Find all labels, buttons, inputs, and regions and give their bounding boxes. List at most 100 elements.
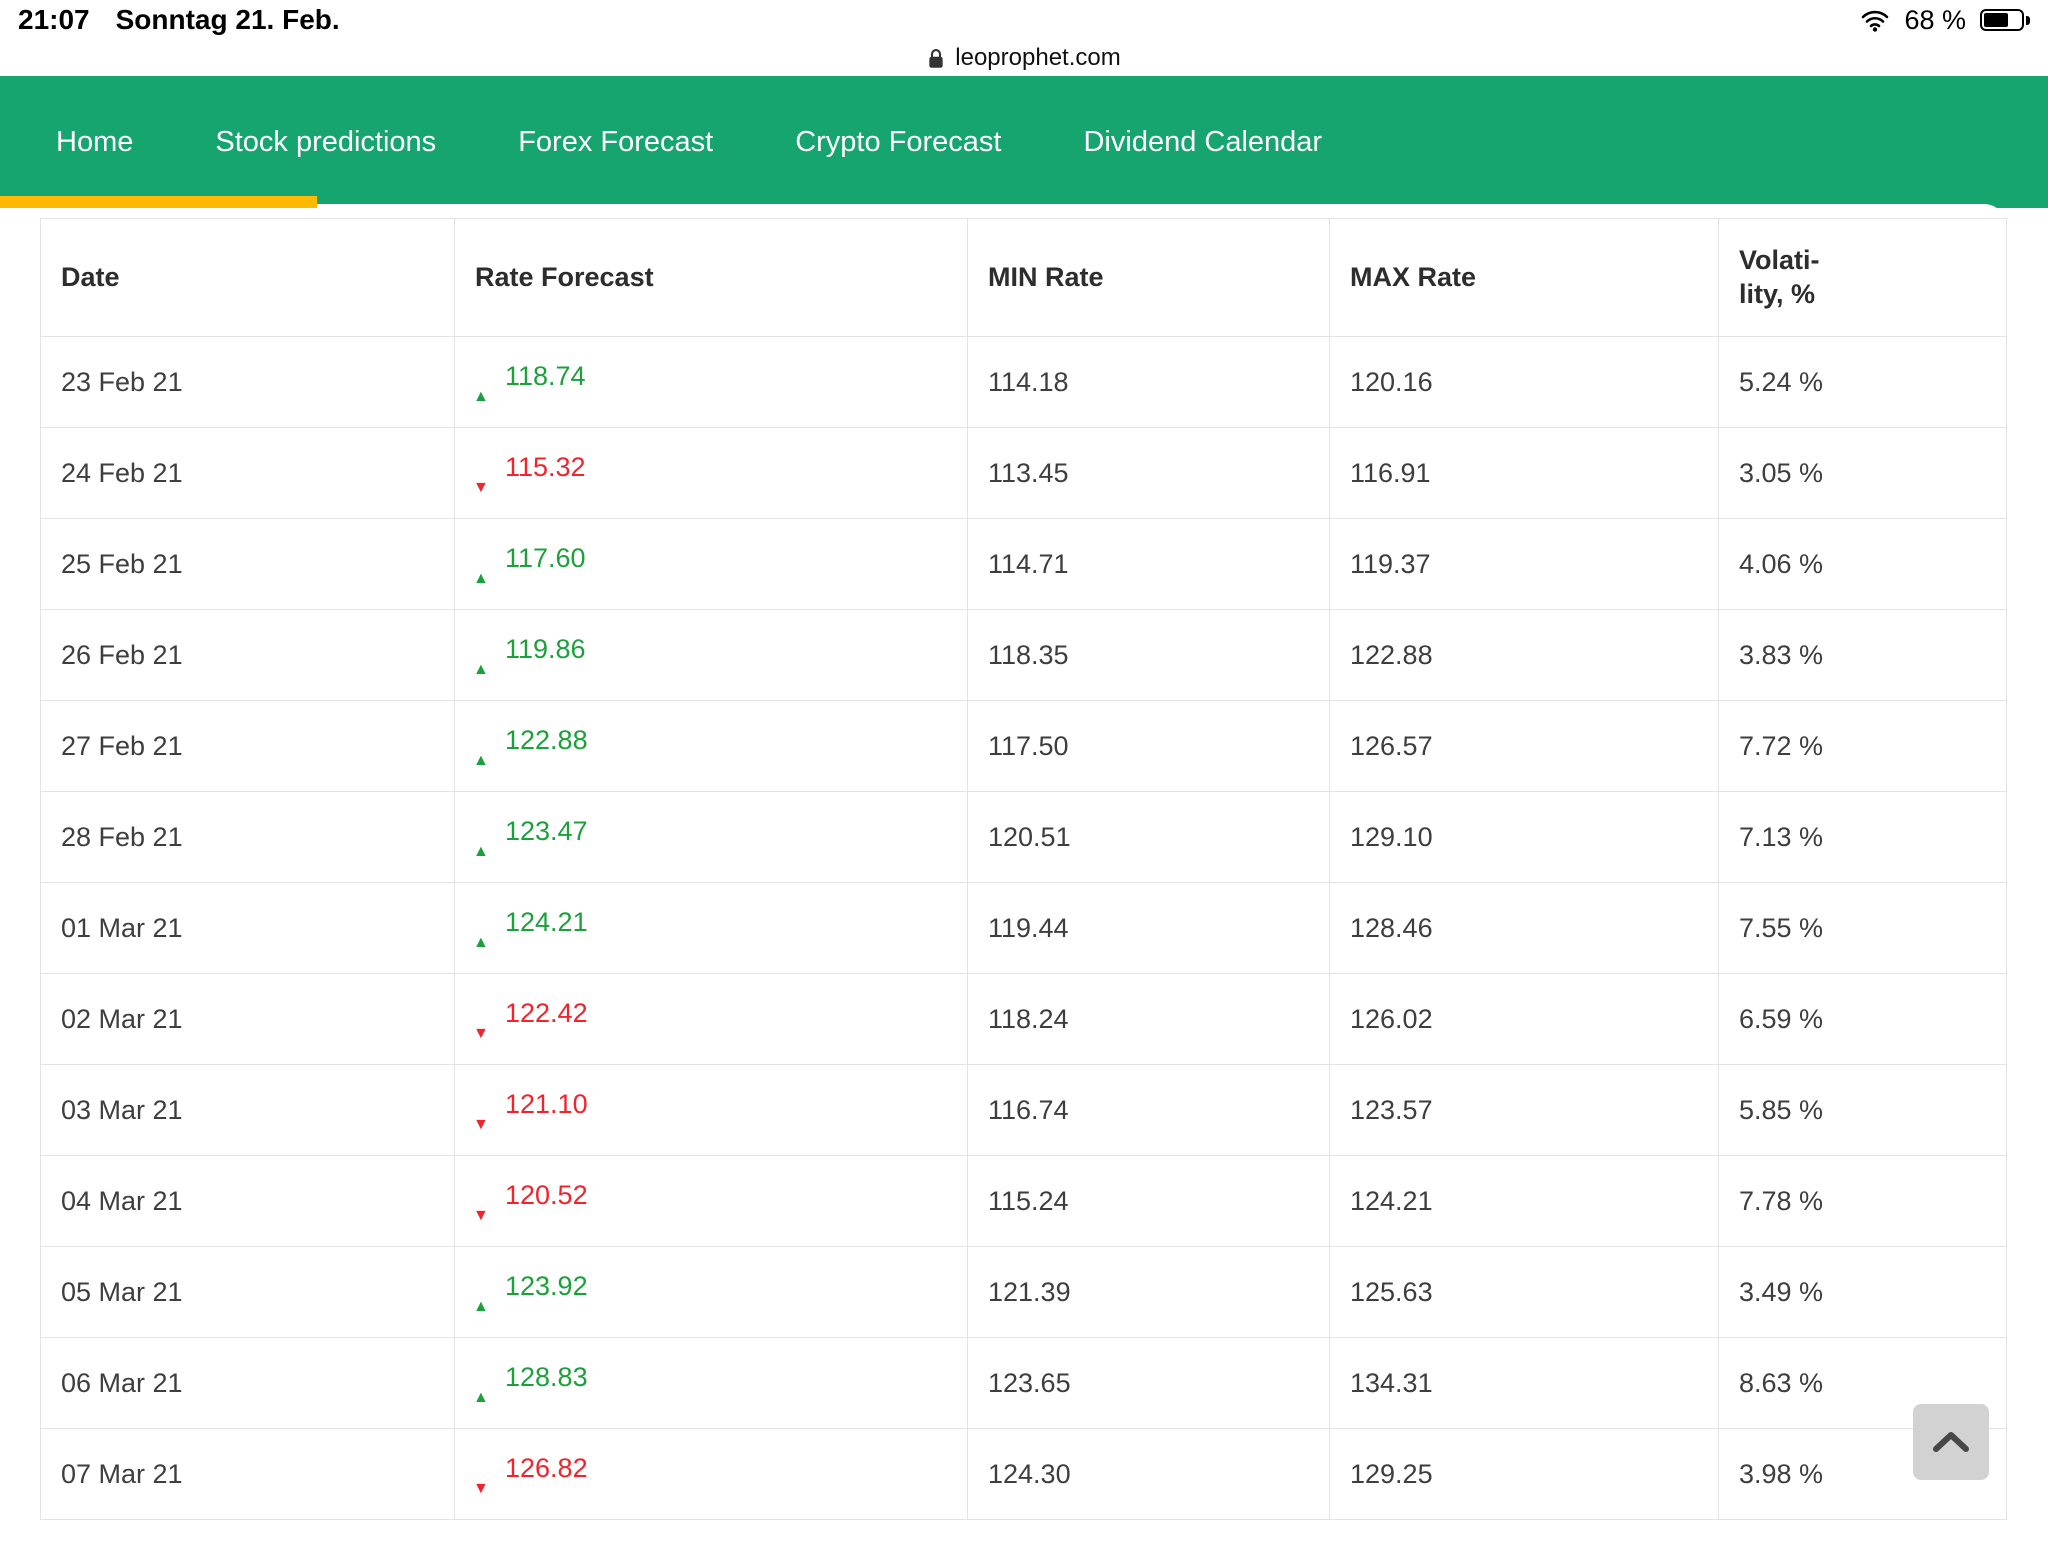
max-rate-cell: 126.57 xyxy=(1330,701,1719,792)
rate-forecast-value: 122.42 xyxy=(505,998,588,1029)
date-cell: 23 Feb 21 xyxy=(41,337,455,428)
rate-forecast-value: 117.60 xyxy=(505,543,586,574)
forecast-table: Date Rate Forecast MIN Rate MAX Rate Vol… xyxy=(40,218,2007,1520)
date-cell: 01 Mar 21 xyxy=(41,883,455,974)
progress-bar xyxy=(0,196,317,208)
main-nav: Home Stock predictions Forex Forecast Crypt… xyxy=(0,76,2048,208)
rate-forecast-value: 118.74 xyxy=(505,361,586,392)
volatility-cell: 5.85 % xyxy=(1719,1065,2007,1156)
trend-arrow-icon: ▲ xyxy=(473,1298,493,1316)
rate-forecast-cell: ▲ 123.47 xyxy=(455,792,968,883)
min-rate-cell: 118.35 xyxy=(968,610,1330,701)
max-rate-cell: 116.91 xyxy=(1330,428,1719,519)
table-row: 01 Mar 21 ▲ 124.21 119.44 128.46 7.55 % xyxy=(41,883,2007,974)
clock: 21:07 xyxy=(18,4,90,36)
rate-forecast-value: 121.10 xyxy=(505,1089,588,1120)
header-min-rate: MIN Rate xyxy=(968,219,1330,337)
min-rate-cell: 116.74 xyxy=(968,1065,1330,1156)
max-rate-cell: 129.10 xyxy=(1330,792,1719,883)
date-cell: 05 Mar 21 xyxy=(41,1247,455,1338)
trend-arrow-icon: ▲ xyxy=(473,661,493,679)
min-rate-cell: 123.65 xyxy=(968,1338,1330,1429)
rate-forecast-cell: ▼ 122.42 xyxy=(455,974,968,1065)
max-rate-cell: 120.16 xyxy=(1330,337,1719,428)
rate-forecast-cell: ▲ 128.83 xyxy=(455,1338,968,1429)
max-rate-cell: 134.31 xyxy=(1330,1338,1719,1429)
min-rate-cell: 121.39 xyxy=(968,1247,1330,1338)
table-row: 28 Feb 21 ▲ 123.47 120.51 129.10 7.13 % xyxy=(41,792,2007,883)
wifi-icon xyxy=(1860,9,1890,32)
volatility-cell: 7.72 % xyxy=(1719,701,2007,792)
table-row: 05 Mar 21 ▲ 123.92 121.39 125.63 3.49 % xyxy=(41,1247,2007,1338)
date-cell: 03 Mar 21 xyxy=(41,1065,455,1156)
trend-arrow-icon: ▼ xyxy=(473,1480,493,1498)
rate-forecast-value: 126.82 xyxy=(505,1453,588,1484)
header-rate-forecast: Rate Forecast xyxy=(455,219,968,337)
trend-arrow-icon: ▼ xyxy=(473,1207,493,1225)
nav-item-stock-predictions[interactable]: Stock predictions xyxy=(215,126,436,159)
table-row: 03 Mar 21 ▼ 121.10 116.74 123.57 5.85 % xyxy=(41,1065,2007,1156)
min-rate-cell: 124.30 xyxy=(968,1429,1330,1520)
trend-arrow-icon: ▲ xyxy=(473,752,493,770)
rate-forecast-cell: ▲ 122.88 xyxy=(455,701,968,792)
trend-arrow-icon: ▲ xyxy=(473,388,493,406)
max-rate-cell: 122.88 xyxy=(1330,610,1719,701)
trend-arrow-icon: ▲ xyxy=(473,1389,493,1407)
header-max-rate: MAX Rate xyxy=(1330,219,1719,337)
date-cell: 28 Feb 21 xyxy=(41,792,455,883)
table-row: 04 Mar 21 ▼ 120.52 115.24 124.21 7.78 % xyxy=(41,1156,2007,1247)
date-cell: 06 Mar 21 xyxy=(41,1338,455,1429)
max-rate-cell: 119.37 xyxy=(1330,519,1719,610)
table-row: 27 Feb 21 ▲ 122.88 117.50 126.57 7.72 % xyxy=(41,701,2007,792)
table-row: 06 Mar 21 ▲ 128.83 123.65 134.31 8.63 % xyxy=(41,1338,2007,1429)
volatility-cell: 4.06 % xyxy=(1719,519,2007,610)
address-bar[interactable]: leoprophet.com xyxy=(0,40,2048,76)
date-cell: 24 Feb 21 xyxy=(41,428,455,519)
max-rate-cell: 123.57 xyxy=(1330,1065,1719,1156)
table-row: 25 Feb 21 ▲ 117.60 114.71 119.37 4.06 % xyxy=(41,519,2007,610)
volatility-cell: 7.55 % xyxy=(1719,883,2007,974)
chevron-up-icon xyxy=(1932,1431,1970,1453)
rate-forecast-value: 120.52 xyxy=(505,1180,588,1211)
table-row: 26 Feb 21 ▲ 119.86 118.35 122.88 3.83 % xyxy=(41,610,2007,701)
trend-arrow-icon: ▼ xyxy=(473,1025,493,1043)
rate-forecast-cell: ▼ 126.82 xyxy=(455,1429,968,1520)
min-rate-cell: 114.71 xyxy=(968,519,1330,610)
min-rate-cell: 119.44 xyxy=(968,883,1330,974)
nav-item-home[interactable]: Home xyxy=(56,126,133,159)
rate-forecast-cell: ▲ 119.86 xyxy=(455,610,968,701)
rate-forecast-value: 128.83 xyxy=(505,1362,588,1393)
content-card: Date Rate Forecast MIN Rate MAX Rate Vol… xyxy=(40,204,2006,1556)
rate-forecast-cell: ▲ 117.60 xyxy=(455,519,968,610)
rate-forecast-cell: ▼ 121.10 xyxy=(455,1065,968,1156)
table-header-row: Date Rate Forecast MIN Rate MAX Rate Vol… xyxy=(41,219,2007,337)
rate-forecast-value: 122.88 xyxy=(505,725,588,756)
nav-item-crypto-forecast[interactable]: Crypto Forecast xyxy=(795,126,1001,159)
trend-arrow-icon: ▼ xyxy=(473,1116,493,1134)
table-row: 24 Feb 21 ▼ 115.32 113.45 116.91 3.05 % xyxy=(41,428,2007,519)
rate-forecast-value: 115.32 xyxy=(505,452,586,483)
min-rate-cell: 120.51 xyxy=(968,792,1330,883)
nav-item-forex-forecast[interactable]: Forex Forecast xyxy=(518,126,713,159)
nav-item-dividend-calendar[interactable]: Dividend Calendar xyxy=(1083,126,1322,159)
scroll-to-top-button[interactable] xyxy=(1913,1404,1989,1480)
rate-forecast-cell: ▲ 124.21 xyxy=(455,883,968,974)
status-bar: 21:07 Sonntag 21. Feb. 68 % xyxy=(0,0,2048,40)
date-cell: 25 Feb 21 xyxy=(41,519,455,610)
date-cell: 04 Mar 21 xyxy=(41,1156,455,1247)
min-rate-cell: 118.24 xyxy=(968,974,1330,1065)
min-rate-cell: 114.18 xyxy=(968,337,1330,428)
rate-forecast-cell: ▲ 118.74 xyxy=(455,337,968,428)
header-volatility: Volati- lity, % xyxy=(1719,219,2007,337)
min-rate-cell: 117.50 xyxy=(968,701,1330,792)
table-row: 07 Mar 21 ▼ 126.82 124.30 129.25 3.98 % xyxy=(41,1429,2007,1520)
rate-forecast-cell: ▲ 123.92 xyxy=(455,1247,968,1338)
rate-forecast-value: 123.47 xyxy=(505,816,588,847)
rate-forecast-value: 123.92 xyxy=(505,1271,588,1302)
volatility-cell: 7.78 % xyxy=(1719,1156,2007,1247)
table-row: 02 Mar 21 ▼ 122.42 118.24 126.02 6.59 % xyxy=(41,974,2007,1065)
rate-forecast-value: 119.86 xyxy=(505,634,586,665)
lock-icon xyxy=(927,47,945,70)
battery-percent: 68 % xyxy=(1904,5,1966,36)
rate-forecast-value: 124.21 xyxy=(505,907,588,938)
